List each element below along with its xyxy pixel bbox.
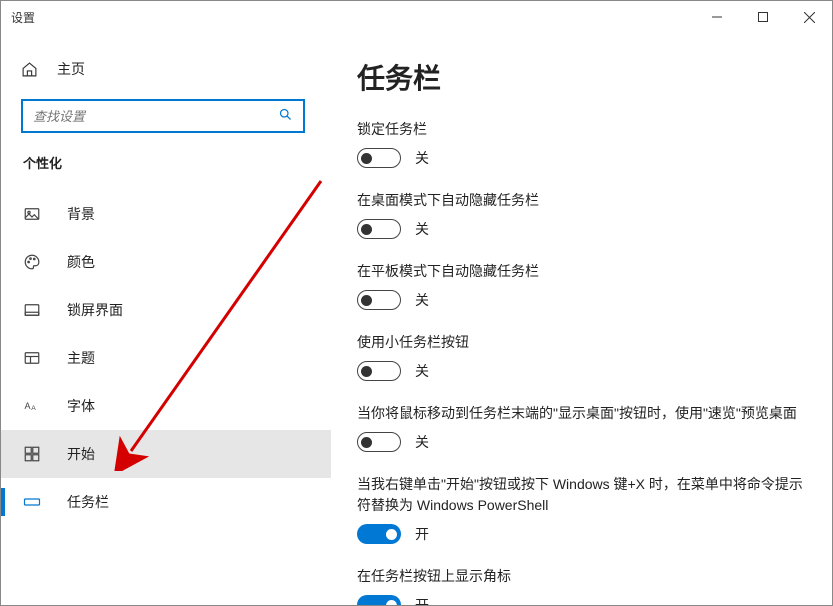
taskbar-icon [23,493,45,511]
picture-icon [23,205,45,223]
setting-label: 在桌面模式下自动隐藏任务栏 [357,190,812,211]
sidebar-item-label: 颜色 [67,252,95,272]
setting-label: 在任务栏按钮上显示角标 [357,566,812,587]
toggle-state-label: 关 [415,432,429,452]
setting-label: 当你将鼠标移动到任务栏末端的"显示桌面"按钮时，使用"速览"预览桌面 [357,403,812,424]
toggle-state-label: 关 [415,361,429,381]
titlebar: 设置 [1,1,832,33]
setting-item: 在桌面模式下自动隐藏任务栏关 [357,190,812,239]
svg-text:A: A [25,401,31,411]
close-button[interactable] [786,1,832,33]
search-icon [278,107,293,125]
setting-item: 使用小任务栏按钮关 [357,332,812,381]
toggle-switch[interactable] [357,219,401,239]
start-icon [23,445,45,463]
sidebar-item-taskbar[interactable]: 任务栏 [1,478,331,526]
minimize-button[interactable] [694,1,740,33]
toggle-state-label: 开 [415,595,429,605]
sidebar: 主页 个性化 背景 颜色 [1,33,331,605]
sidebar-item-label: 任务栏 [67,492,109,512]
setting-label: 使用小任务栏按钮 [357,332,812,353]
setting-item: 锁定任务栏关 [357,119,812,168]
fonts-icon: AA [23,397,45,415]
home-link[interactable]: 主页 [21,49,331,89]
palette-icon [23,253,45,271]
svg-text:A: A [31,405,36,412]
page-title: 任务栏 [357,57,812,97]
toggle-switch[interactable] [357,361,401,381]
toggle-state-label: 关 [415,148,429,168]
setting-item: 在平板模式下自动隐藏任务栏关 [357,261,812,310]
search-field[interactable] [33,109,278,124]
content-pane: 任务栏 锁定任务栏关在桌面模式下自动隐藏任务栏关在平板模式下自动隐藏任务栏关使用… [331,33,832,605]
sidebar-item-label: 字体 [67,396,95,416]
toggle-switch[interactable] [357,524,401,544]
setting-label: 当我右键单击"开始"按钮或按下 Windows 键+X 时，在菜单中将命令提示符… [357,474,812,516]
toggle-state-label: 开 [415,524,429,544]
window-controls [694,1,832,33]
sidebar-item-colors[interactable]: 颜色 [1,238,331,286]
setting-label: 在平板模式下自动隐藏任务栏 [357,261,812,282]
sidebar-item-label: 主题 [67,348,95,368]
sidebar-item-themes[interactable]: 主题 [1,334,331,382]
sidebar-item-fonts[interactable]: AA 字体 [1,382,331,430]
search-input[interactable] [21,99,305,133]
toggle-switch[interactable] [357,148,401,168]
sidebar-item-label: 开始 [67,444,95,464]
setting-item: 在任务栏按钮上显示角标开 [357,566,812,605]
toggle-state-label: 关 [415,290,429,310]
sidebar-item-background[interactable]: 背景 [1,190,331,238]
sidebar-item-lockscreen[interactable]: 锁屏界面 [1,286,331,334]
sidebar-item-label: 背景 [67,204,95,224]
toggle-switch[interactable] [357,290,401,310]
home-label: 主页 [57,59,85,79]
toggle-switch[interactable] [357,432,401,452]
setting-label: 锁定任务栏 [357,119,812,140]
setting-item: 当我右键单击"开始"按钮或按下 Windows 键+X 时，在菜单中将命令提示符… [357,474,812,544]
home-icon [21,61,41,78]
setting-item: 当你将鼠标移动到任务栏末端的"显示桌面"按钮时，使用"速览"预览桌面关 [357,403,812,452]
lockscreen-icon [23,301,45,319]
sidebar-item-label: 锁屏界面 [67,300,123,320]
window-title: 设置 [11,9,35,26]
maximize-button[interactable] [740,1,786,33]
sidebar-item-start[interactable]: 开始 [1,430,331,478]
themes-icon [23,349,45,367]
toggle-switch[interactable] [357,595,401,605]
section-title: 个性化 [23,153,331,172]
toggle-state-label: 关 [415,219,429,239]
